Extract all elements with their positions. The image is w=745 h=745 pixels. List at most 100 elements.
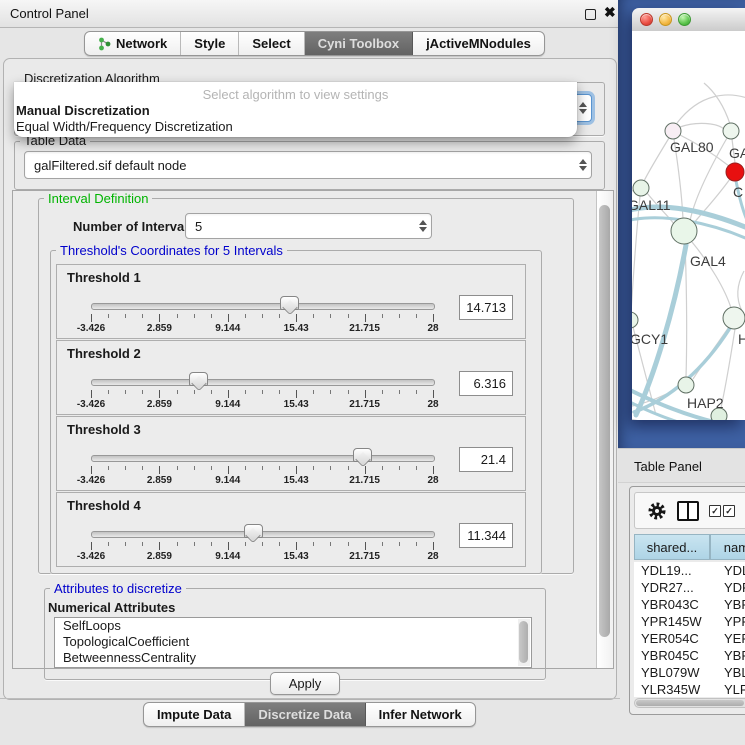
tab-jactivemnodules[interactable]: jActiveMNodules — [413, 32, 544, 55]
popup-option-manual-discretization[interactable]: Manual Discretization — [16, 103, 150, 118]
tab-infer-network[interactable]: Infer Network — [366, 703, 475, 726]
threshold-4-value-field[interactable]: 11.344 — [459, 523, 513, 548]
table-data-combobox[interactable]: galFiltered.sif default node — [24, 151, 592, 179]
table-header-row: shared... name — [634, 534, 745, 560]
table-row[interactable]: YDR27...YDR27... — [634, 579, 745, 596]
table-row[interactable]: YPR145WYPR145W — [634, 613, 745, 630]
table-cell[interactable]: YDR27... — [717, 579, 745, 596]
attribute-list-item[interactable]: BetweennessCentrality — [55, 650, 531, 666]
tab-discretize-data[interactable]: Discretize Data — [245, 703, 365, 726]
column-header-shared-name[interactable]: shared... — [634, 534, 710, 560]
table-row[interactable]: YBR043CYBR043C — [634, 596, 745, 613]
attribute-list-item[interactable]: TopologicalCoefficient — [55, 634, 531, 650]
table-cell[interactable]: YDL19... — [717, 562, 745, 579]
column-selector-icon[interactable] — [677, 501, 699, 521]
float-window-icon[interactable] — [585, 9, 596, 20]
tick-mark — [399, 314, 400, 318]
table-cell[interactable]: YBR043C — [634, 596, 717, 613]
network-node-h[interactable] — [723, 307, 745, 329]
popup-option-equal-width-frequency[interactable]: Equal Width/Frequency Discretization — [16, 119, 233, 134]
tab-impute-data[interactable]: Impute Data — [144, 703, 245, 726]
table-cell[interactable]: YDR27... — [634, 579, 717, 596]
table-cell[interactable]: YBR045C — [717, 647, 745, 664]
tick-label: 2.859 — [147, 551, 172, 562]
attributes-list-scrollbar-thumb[interactable] — [519, 621, 528, 663]
network-window-titlebar[interactable] — [632, 8, 745, 32]
tick-label: 21.715 — [349, 323, 380, 334]
table-cell[interactable]: YBL079W — [634, 664, 717, 681]
table-horizontal-scrollbar-thumb[interactable] — [636, 700, 744, 706]
close-icon[interactable]: ✖ — [604, 4, 616, 21]
tick-mark — [125, 542, 126, 546]
threshold-4-slider[interactable] — [91, 531, 435, 538]
threshold-2-slider[interactable] — [91, 379, 435, 386]
apply-button[interactable]: Apply — [270, 672, 340, 695]
table-row[interactable]: YBR045CYBR045C — [634, 647, 745, 664]
checkbox-checked-icon[interactable]: ✓ — [723, 505, 735, 517]
network-node-c[interactable] — [726, 163, 744, 181]
threshold-3-value-field[interactable]: 21.4 — [459, 447, 513, 472]
popup-hint: Select algorithm to view settings — [14, 87, 577, 102]
network-node-gal4[interactable] — [671, 218, 697, 244]
tick-mark — [330, 314, 331, 318]
tab-select[interactable]: Select — [239, 32, 304, 55]
number-of-intervals-combobox[interactable]: 5 — [185, 213, 432, 239]
slider-thumb[interactable] — [353, 448, 372, 462]
column-header-name[interactable]: name — [710, 534, 745, 560]
tick-mark — [416, 542, 417, 546]
attribute-list-item[interactable]: SelfLoops — [55, 618, 531, 634]
table-cell[interactable]: YPR145W — [717, 613, 745, 630]
gear-icon[interactable] — [647, 501, 667, 521]
checkbox-checked-icon[interactable]: ✓ — [709, 505, 721, 517]
table-data-combobox-value: galFiltered.sif default node — [25, 158, 575, 173]
select-all-none-icons[interactable]: ✓ ✓ — [709, 505, 735, 517]
table-cell[interactable]: YBL079W — [717, 664, 745, 681]
threshold-3-slider[interactable] — [91, 455, 435, 462]
minimize-traffic-light-icon[interactable] — [659, 13, 672, 26]
table-cell[interactable]: YER054C — [717, 630, 745, 647]
threshold-1-slider[interactable] — [91, 303, 435, 310]
table-row[interactable]: YLR345WYLR345W — [634, 681, 745, 697]
tab-cyni-toolbox-label: Cyni Toolbox — [318, 36, 399, 51]
close-traffic-light-icon[interactable] — [640, 13, 653, 26]
tab-cyni-toolbox[interactable]: Cyni Toolbox — [305, 32, 413, 55]
table-row[interactable]: YBL079WYBL079W — [634, 664, 745, 681]
tick-mark — [142, 466, 143, 470]
network-node-gcy1[interactable] — [632, 312, 638, 328]
table-cell[interactable]: YLR345W — [634, 681, 717, 697]
settings-scrollbar-thumb[interactable] — [599, 205, 610, 637]
slider-thumb[interactable] — [244, 524, 263, 538]
threshold-2-value-field[interactable]: 6.316 — [459, 371, 513, 396]
table-row[interactable]: YER054CYER054C — [634, 630, 745, 647]
table-cell[interactable]: YPR145W — [634, 613, 717, 630]
tick-label: 15.43 — [284, 323, 309, 334]
table-body[interactable]: YDL19...YDL19...YDR27...YDR27...YBR043CY… — [634, 562, 745, 697]
network-icon — [98, 37, 111, 51]
network-canvas[interactable]: GAL80GACGAL11GAL4GCY1HHAP2 — [632, 31, 745, 420]
table-horizontal-scrollbar[interactable] — [634, 698, 745, 708]
interval-definition-label: Interval Definition — [44, 192, 152, 205]
tick-mark — [211, 466, 212, 470]
network-node-gal80[interactable] — [665, 123, 681, 139]
network-node-hap2[interactable] — [678, 377, 694, 393]
tab-network[interactable]: Network — [85, 32, 181, 55]
tick-mark — [228, 542, 229, 550]
network-node-ga[interactable] — [723, 123, 739, 139]
zoom-traffic-light-icon[interactable] — [678, 13, 691, 26]
numerical-attributes-list[interactable]: SelfLoopsTopologicalCoefficientBetweenne… — [54, 617, 532, 668]
threshold-1-value-field[interactable]: 14.713 — [459, 295, 513, 320]
slider-thumb[interactable] — [280, 296, 299, 310]
network-node-gal11[interactable] — [633, 180, 649, 196]
tick-mark — [313, 542, 314, 546]
table-cell[interactable]: YDL19... — [634, 562, 717, 579]
network-node[interactable] — [711, 408, 727, 420]
table-row[interactable]: YDL19...YDL19... — [634, 562, 745, 579]
tab-style[interactable]: Style — [181, 32, 239, 55]
settings-scrollbar[interactable] — [596, 191, 613, 668]
table-cell[interactable]: YLR345W — [717, 681, 745, 697]
table-cell[interactable]: YER054C — [634, 630, 717, 647]
attributes-list-scrollbar[interactable] — [518, 619, 530, 666]
slider-thumb[interactable] — [189, 372, 208, 386]
table-cell[interactable]: YBR045C — [634, 647, 717, 664]
table-cell[interactable]: YBR043C — [717, 596, 745, 613]
